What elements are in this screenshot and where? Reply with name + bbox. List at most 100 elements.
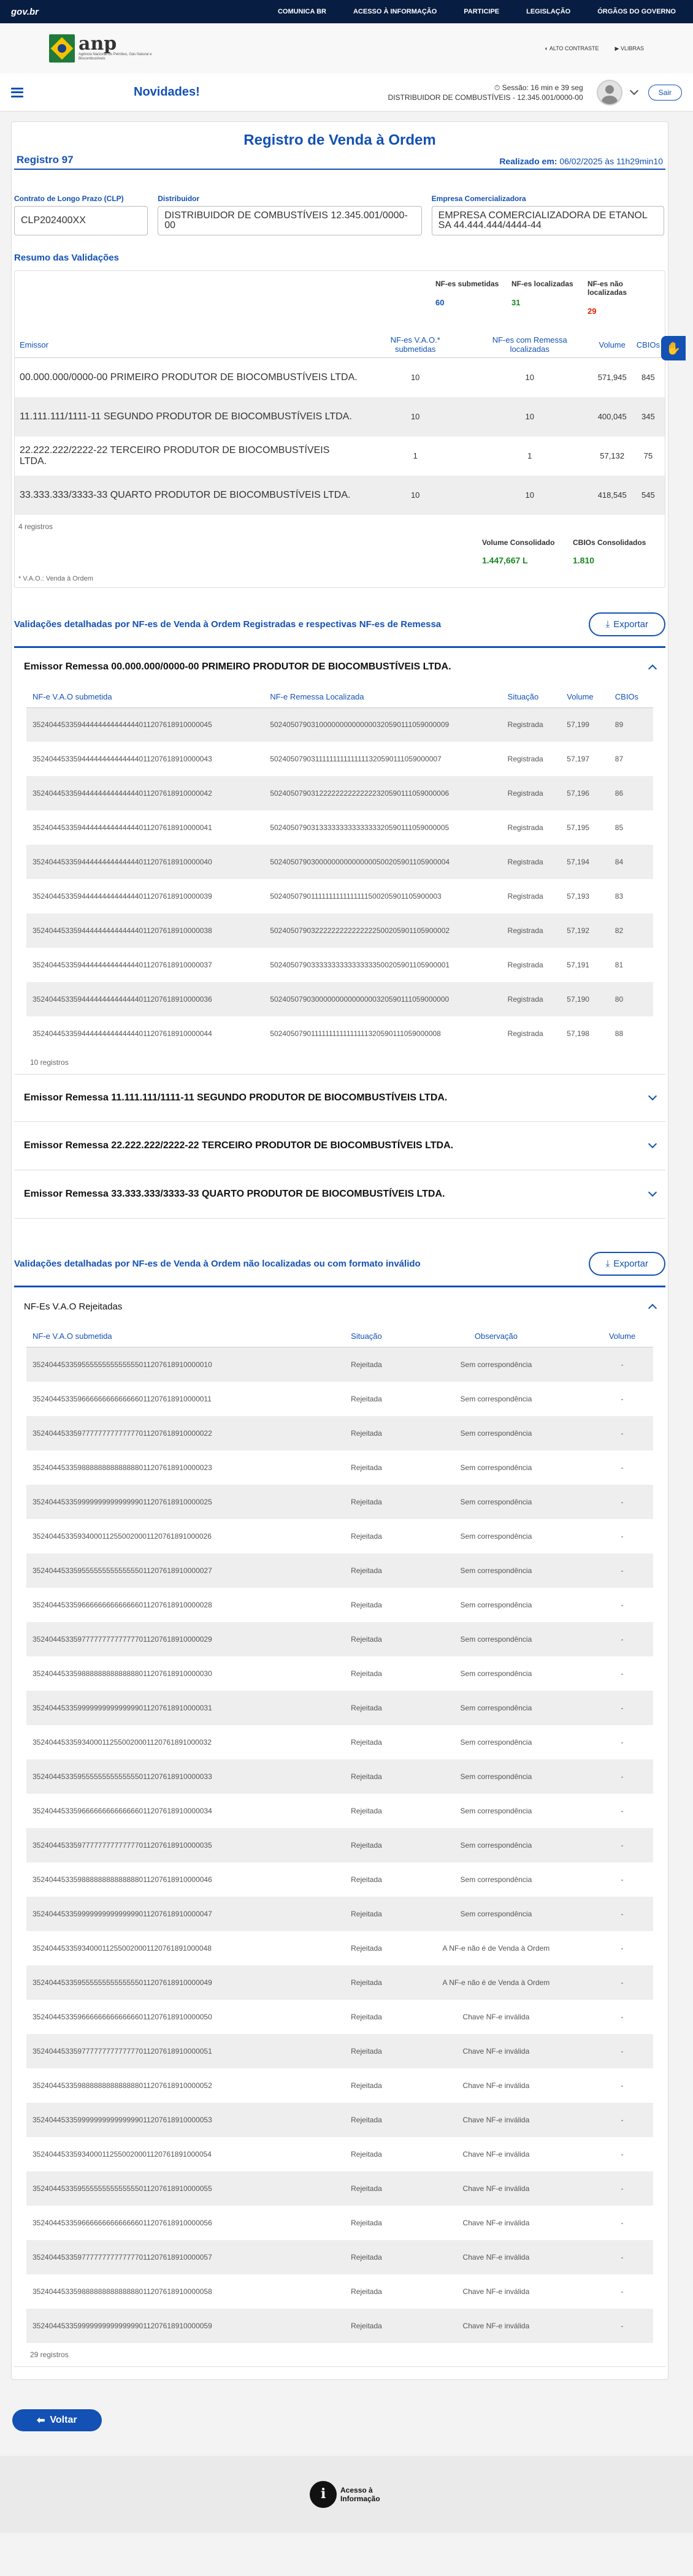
session-info: ⏱ Sessão: 16 min e 39 seg DISTRIBUIDOR D… [388, 83, 583, 102]
menu-icon[interactable] [11, 87, 23, 97]
table-cell: 84 [608, 845, 653, 879]
table-row: 3524044533598888888888888801120761891000… [26, 1862, 653, 1897]
gov-link[interactable]: PARTICIPE [464, 8, 499, 15]
table-cell: Registrada [507, 823, 543, 832]
table-cell: 3524044533599999999999999901120761891000… [26, 2102, 332, 2137]
accordion-header[interactable]: NF-Es V.A.O Rejeitadas [14, 1287, 665, 1325]
table-cell: 88 [615, 1029, 624, 1038]
high-contrast-toggle[interactable]: ◐ ALTO CONTRASTE [545, 45, 599, 51]
emitter-accordion-4[interactable]: Emissor Remessa 33.333.333/3333-33 QUART… [14, 1170, 665, 1219]
avatar[interactable] [596, 79, 622, 105]
footer-link[interactable]: Acesso à Informação [340, 2486, 383, 2503]
table-cell: Chave NF-e inválida [400, 2033, 592, 2068]
column-header: Volume [592, 332, 632, 358]
column-header: NF-es V.A.O.* submetidas [364, 332, 467, 358]
table-cell: 57,196 [561, 776, 609, 810]
table-cell: Registrada [501, 845, 561, 879]
gov-link[interactable]: LEGISLAÇÃO [526, 8, 570, 15]
info-icon[interactable] [310, 2480, 337, 2508]
anp-logo[interactable]: anp Agência Nacional do Petróleo, Gás Na… [49, 34, 158, 63]
table-cell: Chave NF-e inválida [400, 2171, 592, 2206]
table-cell: - [591, 1965, 653, 2000]
emitter-accordion-3[interactable]: Emissor Remessa 22.222.222/2222-22 TERCE… [14, 1122, 665, 1170]
table-cell: 5024050790322222222222222250020590110590… [264, 913, 502, 948]
table-cell: 86 [608, 776, 653, 810]
table-cell: 3524044533598888888888888801120761891000… [33, 1463, 212, 1472]
table-row: 3524044533597777777777777701120761891000… [26, 1827, 653, 1862]
table-cell: 10 [364, 397, 467, 436]
table-cell: 3524044533594444444444444401120761891000… [26, 913, 264, 948]
table-cell: - [621, 1394, 624, 1403]
emitter-accordion-1: Emissor Remessa 00.000.000/0000-00 PRIME… [14, 646, 665, 1075]
back-button[interactable]: ⬅ Voltar [12, 2409, 102, 2431]
table-cell: 00.000.000/0000-00 PRIMEIRO PRODUTOR DE … [20, 372, 358, 383]
table-cell: Rejeitada [332, 2171, 401, 2206]
table-cell: 3524044533594444444444444401120761891000… [33, 823, 212, 832]
table-cell: Sem correspondência [460, 1669, 532, 1678]
table-cell: Rejeitada [351, 2218, 382, 2227]
agency-header: anp Agência Nacional do Petróleo, Gás Na… [0, 23, 693, 74]
table-cell: Rejeitada [351, 1669, 382, 1678]
accordion-header[interactable]: Emissor Remessa 00.000.000/0000-00 PRIME… [14, 648, 665, 686]
chevron-down-icon[interactable] [648, 1091, 657, 1101]
table-cell: 3524044533599999999999999901120761891000… [26, 1690, 332, 1725]
table-cell: Registrada [507, 892, 543, 901]
table-cell: Rejeitada [351, 1531, 382, 1541]
column-header: NF-es com Remessa localizadas [466, 332, 593, 358]
table-cell: Rejeitada [351, 1875, 382, 1884]
table-cell: 57,197 [567, 755, 589, 763]
table-row: 3524044533598888888888888801120761891000… [26, 2068, 653, 2103]
table-cell: 3524044533597777777777777701120761891000… [26, 2239, 332, 2274]
table-row: 3524044533594444444444444401120761891000… [26, 707, 653, 742]
column-header: CBIOs [631, 332, 665, 358]
table-row: 3524044533593400011255002000112076189100… [26, 1931, 653, 1965]
table-cell: Sem correspondência [460, 1531, 532, 1541]
table-cell: 5024050790300000000000000032059011105900… [264, 982, 502, 1016]
export-button[interactable]: ⤓ Exportar [588, 612, 665, 636]
chevron-up-icon[interactable] [648, 1303, 657, 1313]
vlibras-toggle[interactable]: ▶ VLIBRAS [615, 45, 644, 52]
table-cell: 3524044533596666666666666601120761891000… [33, 1394, 212, 1403]
total-item: NF-es localizadas 31 [507, 280, 583, 316]
clock-icon: ⏱ [494, 83, 500, 92]
table-cell: Rejeitada [332, 2033, 401, 2068]
rejected-count: 29 registros [30, 2350, 69, 2359]
accessibility-icon[interactable]: ✋ [661, 336, 686, 360]
table-cell: 83 [615, 892, 624, 901]
table-cell: Sem correspondência [460, 1394, 532, 1403]
gov-link[interactable]: ÓRGÃOS DO GOVERNO [597, 8, 676, 15]
table-cell: 3524044533599999999999999901120761891000… [26, 1896, 332, 1931]
total-label: NF-es submetidas [435, 280, 499, 288]
column-header: NF-e Remessa Localizada [264, 685, 502, 708]
table-cell: - [591, 1759, 653, 1794]
table-cell: 3524044533594444444444444401120761891000… [33, 961, 212, 969]
total-value: 60 [435, 298, 445, 307]
gov-link[interactable]: COMUNICA BR [278, 8, 326, 15]
distributor-label: Distribuidor [158, 194, 200, 203]
table-cell: - [591, 2239, 653, 2274]
table-cell: Rejeitada [332, 1416, 401, 1450]
gov-link[interactable]: ACESSO À INFORMAÇÃO [353, 8, 437, 15]
table-row: 3524044533594444444444444401120761891000… [26, 913, 653, 948]
logout-button[interactable]: Sair [648, 84, 682, 101]
emitter-accordion-2[interactable]: Emissor Remessa 11.111.111/1111-11 SEGUN… [14, 1075, 665, 1122]
chevron-down-icon[interactable] [629, 86, 638, 95]
chevron-up-icon[interactable] [648, 664, 657, 673]
table-cell: Sem correspondência [460, 1875, 532, 1884]
chevron-down-icon[interactable] [648, 1139, 657, 1149]
table-cell: 3524044533593400011255002000112076189100… [33, 1943, 212, 1953]
table-cell: 3524044533593400011255002000112076189100… [33, 2149, 212, 2159]
table-cell: - [621, 2012, 624, 2021]
table-row: 3524044533594444444444444401120761891000… [26, 879, 653, 913]
table-row: 3524044533595555555555555501120761891000… [26, 1553, 653, 1588]
chevron-down-icon[interactable] [648, 1187, 657, 1197]
table-cell: Chave NF-e inválida [462, 2218, 530, 2227]
table-cell: Rejeitada [332, 1553, 401, 1588]
volume-consolidated: Volume Consolidado 1.447,667 L [482, 538, 555, 565]
govbr-logo[interactable]: gov.br [11, 7, 39, 17]
gov-topbar: gov.br COMUNICA BR ACESSO À INFORMAÇÃO PAR… [0, 0, 693, 23]
column-header: NF-e V.A.O submetida [26, 685, 264, 708]
logo-subtext: Agência Nacional do Petróleo, Gás Natura… [78, 53, 152, 61]
table-cell: - [591, 1896, 653, 1931]
export-rejected-button[interactable]: ⤓ Exportar [588, 1252, 665, 1276]
